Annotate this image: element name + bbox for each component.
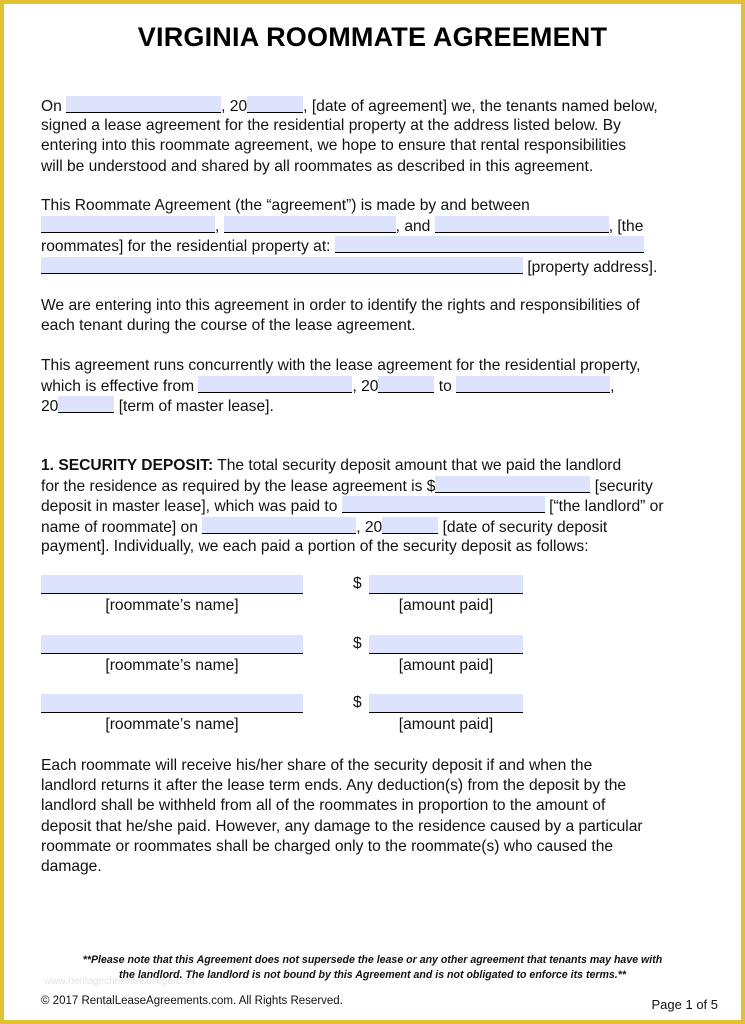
deposit-share-row: [roommate’s name] $ [amount paid]	[41, 575, 541, 625]
deposit-year-field[interactable]	[382, 516, 439, 534]
page-number: Page 1 of 5	[651, 997, 719, 1012]
security-deposit-amount-field[interactable]	[435, 476, 591, 494]
term-paragraph: This agreement runs concurrently with th…	[41, 357, 641, 416]
agreement-date-field[interactable]	[66, 96, 222, 113]
purpose-paragraph: We are entering into this agreement in o…	[41, 297, 640, 335]
roommate-name-field[interactable]	[41, 694, 303, 713]
intro-paragraph: On , 20, [date of agreement] we, the ten…	[41, 96, 658, 175]
document-page: VIRGINIA ROOMMATE AGREEMENT On , 20, [da…	[0, 0, 745, 1024]
property-address-line1-field[interactable]	[334, 236, 644, 254]
lease-end-date-field[interactable]	[456, 376, 611, 394]
security-deposit-section: 1. SECURITY DEPOSIT: The total security …	[41, 457, 664, 555]
roommate-name-field[interactable]	[41, 575, 303, 594]
amount-paid-field[interactable]	[369, 575, 523, 594]
section-heading: 1. SECURITY DEPOSIT:	[41, 457, 214, 474]
roommate-name-field[interactable]	[41, 635, 303, 654]
deposit-return-paragraph: Each roommate will receive his/her share…	[41, 757, 643, 875]
deposit-share-row: [roommate’s name] $ [amount paid]	[41, 635, 541, 685]
deposit-paid-to-field[interactable]	[341, 496, 545, 514]
lease-start-year-field[interactable]	[378, 376, 435, 394]
deposit-share-row: [roommate’s name] $ [amount paid]	[41, 694, 541, 744]
property-address-line2-field[interactable]	[41, 256, 523, 274]
document-title: VIRGINIA ROOMMATE AGREEMENT	[137, 22, 608, 52]
amount-paid-field[interactable]	[369, 635, 523, 654]
roommate-1-name-field[interactable]	[41, 216, 215, 234]
parties-paragraph: This Roommate Agreement (the “agreement”…	[41, 197, 658, 276]
lease-end-year-field[interactable]	[58, 396, 115, 414]
agreement-year-field[interactable]	[247, 96, 304, 113]
roommate-3-name-field[interactable]	[434, 216, 609, 234]
copyright-text: © 2017 RentalLeaseAgreements.com. All Ri…	[41, 995, 343, 1007]
roommate-2-name-field[interactable]	[223, 216, 396, 234]
amount-paid-field[interactable]	[369, 694, 523, 713]
lease-start-date-field[interactable]	[198, 376, 353, 394]
watermark-text: www.heritagechristiancollege.com	[44, 976, 195, 987]
deposit-date-field[interactable]	[202, 516, 357, 534]
